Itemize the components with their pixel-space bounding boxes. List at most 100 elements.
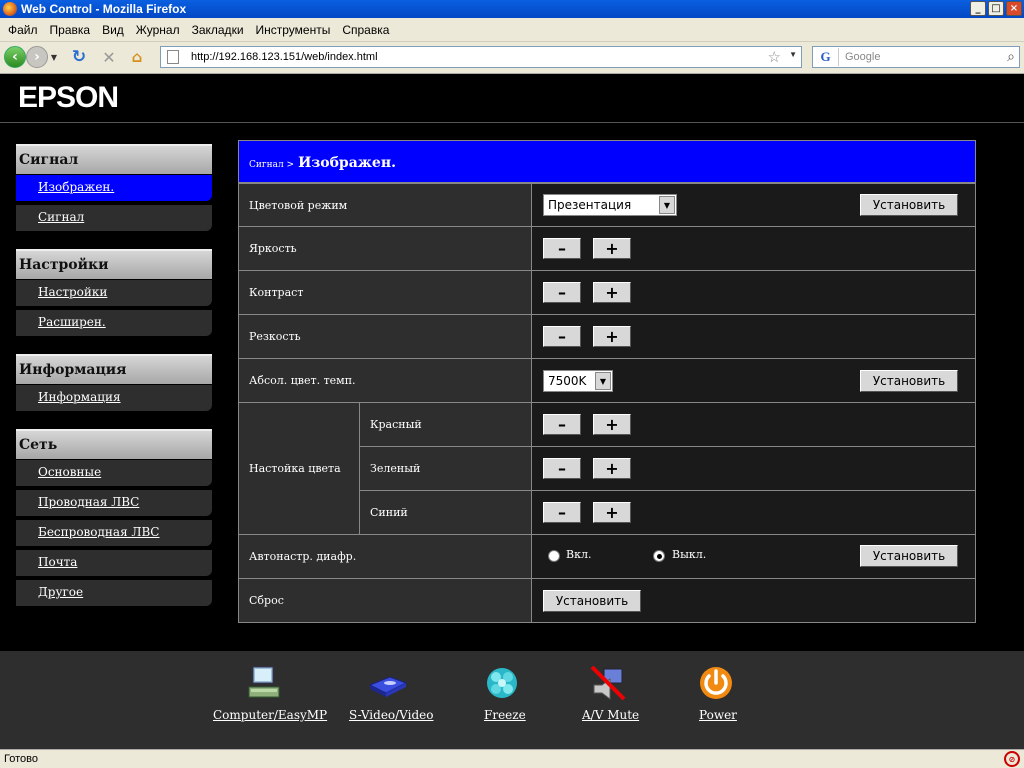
url-dropdown-icon[interactable]: ▼ [789,50,797,59]
reset-set-button[interactable]: Установить [543,590,641,612]
panel-header: Сигнал > Изображен. [238,140,976,183]
firefox-icon [3,2,17,16]
stop-icon: ✕ [102,47,116,67]
menu-help[interactable]: Справка [342,23,389,37]
red-controls: – + [531,402,976,447]
blue-label: Синий [359,490,532,535]
red-label: Красный [359,402,532,447]
blue-plus-button[interactable]: + [593,502,631,523]
color-temp-set-button[interactable]: Установить [860,370,958,392]
menu-file[interactable]: Файл [8,23,38,37]
forward-button[interactable]: › [26,46,48,68]
menu-bar: Файл Правка Вид Журнал Закладки Инструме… [0,18,1024,42]
color-temp-select[interactable]: 7500K ▼ [543,370,613,392]
address-bar[interactable]: http://192.168.123.151/web/index.html ☆ … [160,46,802,68]
reload-button[interactable]: ↻ [68,46,90,68]
menu-tools[interactable]: Инструменты [256,23,331,37]
breadcrumb: Сигнал > [249,160,295,170]
av-mute-link[interactable]: A/V Mute [582,708,639,722]
title-bar: Web Control - Mozilla Firefox _ □ × [0,0,1024,18]
contrast-plus-button[interactable]: + [593,282,631,303]
bookmark-star-icon[interactable]: ☆ [768,48,781,66]
blocked-indicator-icon[interactable]: ⊘ [1004,751,1020,767]
auto-iris-set-button[interactable]: Установить [860,545,958,567]
stop-button[interactable]: ✕ [98,46,120,68]
maximize-button[interactable]: □ [988,1,1004,16]
video-device-icon[interactable] [368,663,408,703]
color-mode-select[interactable]: Презентация ▼ [543,194,677,216]
sidebar-item-info[interactable]: Информация [16,385,212,411]
color-mode-value: Презентация [548,198,632,212]
sidebar-section-settings: Настройки [16,249,212,279]
sidebar-item-basic[interactable]: Основные [16,460,212,486]
arrow-left-icon: ‹ [12,49,18,65]
computer-icon[interactable] [245,663,285,703]
red-minus-button[interactable]: – [543,414,581,435]
chevron-down-icon: ▼ [659,196,675,214]
sidebar-item-wireless-lan[interactable]: Беспроводная ЛВС [16,520,212,546]
back-button[interactable]: ‹ [4,46,26,68]
menu-edit[interactable]: Правка [50,23,91,37]
menu-view[interactable]: Вид [102,23,124,37]
sidebar-item-other[interactable]: Другое [16,580,212,606]
search-engine-icon[interactable]: G [813,48,839,66]
image-settings-panel: Сигнал > Изображен. Цветовой режим Презен… [238,140,976,623]
reset-label: Сброс [238,578,532,623]
brightness-label: Яркость [238,226,532,271]
epson-logo: EPSON [18,81,119,114]
blue-minus-button[interactable]: – [543,502,581,523]
close-button[interactable]: × [1006,1,1022,16]
browser-window: Web Control - Mozilla Firefox _ □ × Файл… [0,0,1024,768]
minimize-button[interactable]: _ [970,1,986,16]
search-bar[interactable]: G Google ⌕ [812,46,1020,68]
menu-history[interactable]: Журнал [136,23,180,37]
green-minus-button[interactable]: – [543,458,581,479]
home-icon: ⌂ [131,48,143,66]
color-mode-set-button[interactable]: Установить [860,194,958,216]
sharpness-plus-button[interactable]: + [593,326,631,347]
page-title: Изображен. [298,155,396,171]
home-button[interactable]: ⌂ [126,46,148,68]
freeze-icon[interactable] [482,663,522,703]
green-plus-button[interactable]: + [593,458,631,479]
sidebar-item-extended[interactable]: Расширен. [16,310,212,336]
sidebar-item-signal[interactable]: Сигнал [16,205,212,231]
power-link[interactable]: Power [699,708,737,722]
contrast-minus-button[interactable]: – [543,282,581,303]
freeze-link[interactable]: Freeze [484,708,526,722]
sidebar-item-wired-lan[interactable]: Проводная ЛВС [16,490,212,516]
status-text: Готово [4,753,38,765]
menu-bookmarks[interactable]: Закладки [192,23,244,37]
sidebar-item-image[interactable]: Изображен. [16,175,212,201]
power-icon[interactable] [696,663,736,703]
computer-easymp-link[interactable]: Computer/EasyMP [213,708,327,722]
auto-iris-off-label: Выкл. [672,548,707,561]
sharpness-controls: – + [531,314,976,359]
sharpness-label: Резкость [238,314,532,359]
arrow-right-icon: › [34,49,40,65]
auto-iris-off-radio[interactable] [653,550,665,562]
search-placeholder: Google [845,51,881,63]
sidebar-item-mail[interactable]: Почта [16,550,212,576]
brightness-controls: – + [531,226,976,271]
window-title: Web Control - Mozilla Firefox [21,2,187,16]
red-plus-button[interactable]: + [593,414,631,435]
brightness-plus-button[interactable]: + [593,238,631,259]
auto-iris-label: Автонастр. диафр. [238,534,532,579]
auto-iris-on-label: Вкл. [566,548,592,561]
chevron-down-icon: ▼ [50,52,58,62]
green-controls: – + [531,446,976,491]
av-mute-icon[interactable] [588,663,628,703]
blue-controls: – + [531,490,976,535]
page-content: EPSON Сигнал Изображен. Сигнал Настройки… [0,75,1024,749]
sharpness-minus-button[interactable]: – [543,326,581,347]
history-dropdown[interactable]: ▼ [49,46,59,68]
search-icon[interactable]: ⌕ [1007,48,1015,65]
brightness-minus-button[interactable]: – [543,238,581,259]
page-icon [167,50,179,64]
svideo-video-link[interactable]: S-Video/Video [349,708,434,722]
color-adjust-label: Настойка цвета [238,402,360,535]
auto-iris-on-radio[interactable] [548,550,560,562]
sidebar-item-settings[interactable]: Настройки [16,280,212,306]
sidebar-section-network: Сеть [16,429,212,459]
